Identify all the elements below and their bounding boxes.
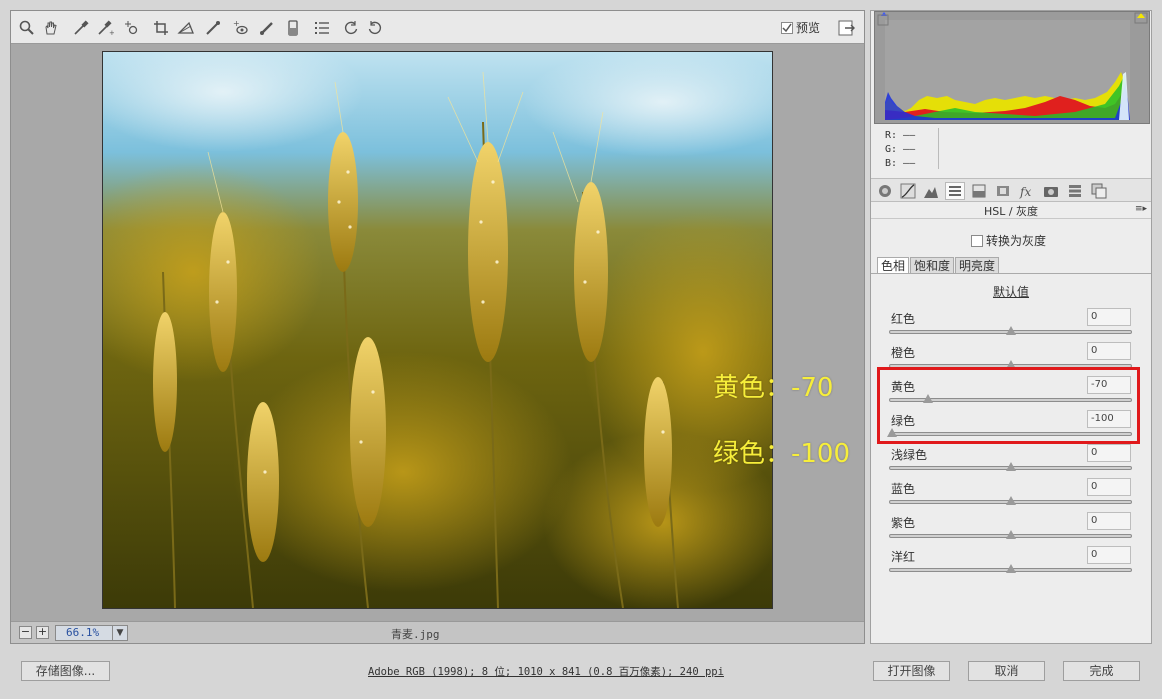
slider-value-field[interactable]: 0 [1087,444,1131,462]
grayscale-checkbox[interactable] [971,234,983,247]
effects-icon[interactable]: fx [1017,182,1037,200]
toolbar: + + 预览 [11,11,864,44]
divider [938,128,939,169]
slider-thumb[interactable] [1006,462,1016,471]
white-balance-icon[interactable] [71,18,91,38]
zoom-icon[interactable] [17,18,37,38]
target-adjust-icon[interactable] [122,18,142,38]
slider-thumb[interactable] [1006,496,1016,505]
svg-text:fx: fx [1019,185,1031,199]
slider-purple: 紫色 0 [889,512,1133,546]
graduated-filter-icon[interactable] [283,18,303,38]
red-eye-icon[interactable]: + [231,18,251,38]
slider-value-field[interactable]: 0 [1087,342,1131,360]
crop-icon[interactable] [151,18,171,38]
rotate-right-icon[interactable] [365,18,385,38]
slider-red: 红色 0 [889,308,1133,342]
panel-menu-icon[interactable]: ≡▸ [1135,204,1147,214]
svg-text:+: + [109,29,114,37]
image-preview-area: + + 预览 黄色：-70 绿色：-100 − + 66.1% ▼ 青麦.jpg [10,10,865,644]
slider-thumb[interactable] [1006,564,1016,573]
tab-luminance[interactable]: 明亮度 [955,257,1000,274]
slider-thumb[interactable] [1006,326,1016,335]
file-name: 青麦.jpg [391,628,440,641]
color-sampler-icon[interactable]: + [95,18,115,38]
save-image-button[interactable]: 存储图像... [21,661,110,681]
split-toning-icon[interactable] [969,182,989,200]
hsl-panel-icon[interactable] [945,182,965,200]
photo-preview[interactable] [102,51,773,609]
presets-icon[interactable] [1065,182,1085,200]
zoom-out-button[interactable]: − [19,626,32,639]
spot-removal-icon[interactable] [203,18,223,38]
open-image-button[interactable]: 打开图像 [873,661,950,681]
slider-thumb[interactable] [1006,530,1016,539]
slider-label: 洋红 [891,550,916,564]
annotation-yellow: 黄色：-70 [713,373,834,403]
divider [871,273,1151,274]
readout-r: R: —— [885,130,916,141]
readout-b: B: —— [885,158,916,169]
convert-to-grayscale[interactable]: 转换为灰度 [971,232,1046,249]
svg-text:+: + [233,19,240,28]
highlight-box [877,367,1140,444]
preview-label: 预览 [796,21,821,35]
cancel-button[interactable]: 取消 [968,661,1045,681]
preview-toggle[interactable]: 预览 [781,19,820,36]
slider-blue: 蓝色 0 [889,478,1133,512]
histogram [874,11,1150,124]
adjustment-brush-icon[interactable] [257,18,277,38]
slider-aqua: 浅绿色 0 [889,444,1133,478]
rotate-left-icon[interactable] [341,18,361,38]
panel-title: HSL / 灰度 [871,203,1151,219]
snapshots-icon[interactable] [1089,182,1109,200]
slider-label: 红色 [891,312,916,326]
slider-value-field[interactable]: 0 [1087,478,1131,496]
slider-magenta: 洋红 0 [889,546,1133,580]
camera-calibration-icon[interactable] [1041,182,1061,200]
rgb-readout: R: —— G: —— B: —— [885,129,915,171]
zoom-in-button[interactable]: + [36,626,49,639]
defaults-link[interactable]: 默认值 [871,283,1151,300]
slider-label: 蓝色 [891,482,916,496]
done-button[interactable]: 完成 [1063,661,1140,681]
tab-hue[interactable]: 色相 [877,257,910,274]
tab-saturation[interactable]: 饱和度 [910,257,955,274]
grayscale-label: 转换为灰度 [986,234,1047,248]
annotation-green: 绿色：-100 [713,439,851,469]
hsl-tabs: 色相 饱和度 明亮度 [877,257,1000,274]
fullscreen-icon[interactable] [837,18,857,38]
preview-checkbox[interactable] [781,21,793,34]
zoom-level-field[interactable]: 66.1% [55,625,113,641]
detail-icon[interactable] [921,182,941,200]
slider-value-field[interactable]: 0 [1087,512,1131,530]
basic-panel-icon[interactable] [875,182,895,200]
tone-curve-icon[interactable] [898,182,918,200]
slider-label: 紫色 [891,516,916,530]
panel-tabs: fx [871,178,1151,202]
slider-value-field[interactable]: 0 [1087,546,1131,564]
hand-icon[interactable] [41,18,61,38]
readout-g: G: —— [885,144,916,155]
preferences-icon[interactable] [312,18,332,38]
straighten-icon[interactable] [176,18,196,38]
slider-value-field[interactable]: 0 [1087,308,1131,326]
slider-label: 橙色 [891,346,916,360]
chevron-down-icon[interactable]: ▼ [112,625,128,641]
slider-label: 浅绿色 [891,448,928,462]
workflow-options-link[interactable]: Adobe RGB (1998); 8 位; 1010 x 841 (0.8 百… [368,664,724,679]
lens-corrections-icon[interactable] [993,182,1013,200]
adjustments-panel: R: —— G: —— B: —— fx HSL / 灰度 ≡▸ 转换为灰度 色… [870,10,1152,644]
status-bar: − + 66.1% ▼ 青麦.jpg [11,621,864,643]
